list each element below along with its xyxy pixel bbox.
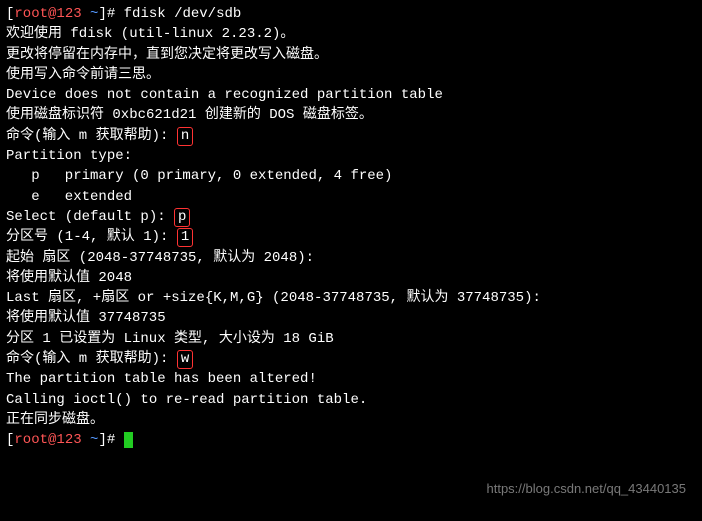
terminal-line-input: 命令(输入 m 获取帮助): w <box>6 349 696 369</box>
prompt-text: 命令(输入 m 获取帮助): <box>6 128 177 144</box>
highlight-input-n: n <box>177 127 193 146</box>
terminal-line: 将使用默认值 2048 <box>6 268 696 288</box>
terminal-line: 分区 1 已设置为 Linux 类型, 大小设为 18 GiB <box>6 329 696 349</box>
prompt-path: ~ <box>82 432 99 448</box>
terminal-line: Calling ioctl() to re-read partition tab… <box>6 390 696 410</box>
terminal-line-input: 分区号 (1-4, 默认 1): 1 <box>6 227 696 247</box>
terminal-line: The partition table has been altered! <box>6 369 696 389</box>
prompt-path: ~ <box>82 6 99 22</box>
terminal-line: 欢迎使用 fdisk (util-linux 2.23.2)。 <box>6 24 696 44</box>
terminal-line: 起始 扇区 (2048-37748735, 默认为 2048): <box>6 248 696 268</box>
terminal-line: e extended <box>6 187 696 207</box>
terminal-line: Last 扇区, +扇区 or +size{K,M,G} (2048-37748… <box>6 288 696 308</box>
highlight-input-p: p <box>174 208 190 227</box>
prompt-text: Select (default p): <box>6 209 174 225</box>
terminal-line-input: Select (default p): p <box>6 207 696 227</box>
prompt-user: root@123 <box>14 432 81 448</box>
prompt-text: 命令(输入 m 获取帮助): <box>6 351 177 367</box>
terminal-line: p primary (0 primary, 0 extended, 4 free… <box>6 166 696 186</box>
terminal-line: 将使用默认值 37748735 <box>6 308 696 328</box>
command-text: fdisk /dev/sdb <box>124 6 242 22</box>
terminal-line-1: [root@123 ~]# fdisk /dev/sdb <box>6 4 696 24</box>
prompt-text: 分区号 (1-4, 默认 1): <box>6 229 177 245</box>
highlight-input-w: w <box>177 350 193 369</box>
terminal-line-prompt[interactable]: [root@123 ~]# <box>6 430 696 450</box>
prompt-bracket-close: ]# <box>98 432 123 448</box>
terminal-line: Device does not contain a recognized par… <box>6 85 696 105</box>
watermark-text: https://blog.csdn.net/qq_43440135 <box>487 480 687 499</box>
terminal-line: 使用磁盘标识符 0xbc621d21 创建新的 DOS 磁盘标签。 <box>6 105 696 125</box>
prompt-bracket-close: ]# <box>98 6 123 22</box>
terminal-line: Partition type: <box>6 146 696 166</box>
highlight-input-1: 1 <box>177 228 193 247</box>
prompt-user: root@123 <box>14 6 81 22</box>
terminal-cursor[interactable] <box>124 432 133 448</box>
terminal-line: 使用写入命令前请三思。 <box>6 65 696 85</box>
terminal-line: 更改将停留在内存中，直到您决定将更改写入磁盘。 <box>6 45 696 65</box>
terminal-line-input: 命令(输入 m 获取帮助): n <box>6 126 696 146</box>
terminal-line: 正在同步磁盘。 <box>6 410 696 430</box>
